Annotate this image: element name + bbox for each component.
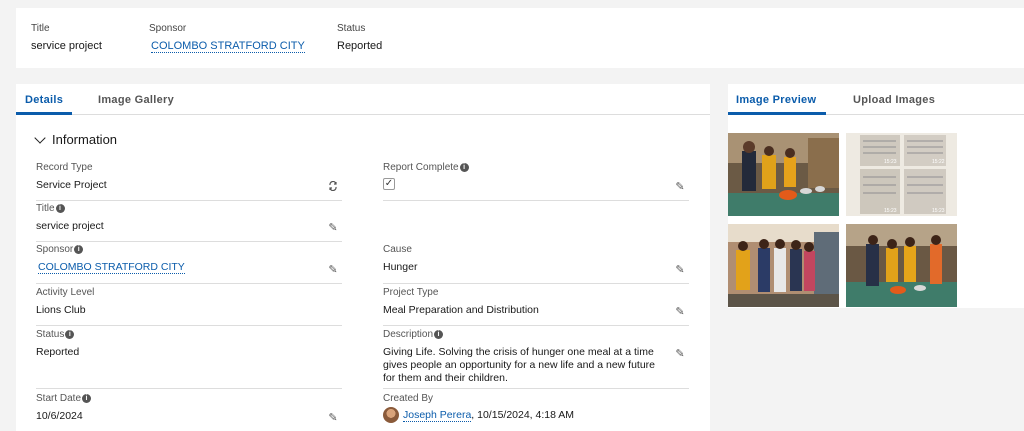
field-sponsor: Sponsor i COLOMBO STRATFORD CITY ✎ (36, 244, 342, 284)
activity-level-label: Activity Level (36, 287, 95, 298)
cause-value: Hunger (383, 261, 418, 273)
photo-timestamp: 15:23 (884, 208, 897, 214)
edit-pencil-icon[interactable]: ✎ (328, 413, 338, 424)
header-title-value: service project (31, 40, 102, 52)
info-icon[interactable]: i (82, 393, 92, 403)
description-value: Giving Life. Solving the crisis of hunge… (383, 346, 656, 384)
record-type-value: Service Project (36, 179, 107, 191)
record-type-label: Record Type (36, 162, 93, 173)
edit-pencil-icon[interactable]: ✎ (675, 182, 685, 193)
tab-upload-images[interactable]: Upload Images (853, 94, 935, 106)
created-by-date: , 10/15/2024, 4:18 AM (471, 408, 575, 421)
activity-level-value: Lions Club (36, 304, 86, 316)
field-activity-level: Activity Level Lions Club (36, 287, 342, 326)
start-date-value: 10/6/2024 (36, 410, 83, 422)
edit-pencil-icon[interactable]: ✎ (675, 349, 685, 360)
field-title: Title i service project ✎ (36, 203, 342, 242)
tab-details-underline (16, 112, 72, 115)
description-label: Description (383, 329, 434, 340)
header-sponsor-field: Sponsor COLOMBO STRATFORD CITY (149, 23, 305, 53)
field-description: Description i Giving Life. Solving the cr… (383, 329, 689, 389)
info-icon[interactable]: i (434, 329, 444, 339)
section-information-toggle[interactable]: Information (34, 132, 118, 147)
photo-serving-thumbnail[interactable] (846, 224, 957, 307)
avatar (383, 407, 399, 423)
field-status: Status i Reported (36, 329, 342, 389)
tab-image-preview[interactable]: Image Preview (736, 94, 816, 106)
field-project-type: Project Type Meal Preparation and Distri… (383, 287, 689, 326)
created-by-label: Created By (383, 393, 434, 404)
status-label: Status (36, 329, 65, 340)
sponsor-link[interactable]: COLOMBO STRATFORD CITY (38, 261, 185, 274)
photo-timestamp: 15:23 (932, 208, 945, 214)
record-header: Title service project Sponsor COLOMBO ST… (16, 8, 1024, 68)
report-complete-label: Report Complete (383, 162, 459, 173)
info-icon[interactable]: i (65, 329, 75, 339)
field-record-type: Record Type Service Project (36, 162, 342, 201)
header-title-field: Title service project (31, 23, 102, 52)
field-start-date: Start Date i 10/6/2024 ✎ (36, 393, 342, 431)
header-status-label: Status (337, 23, 366, 34)
sponsor-label: Sponsor (36, 244, 74, 255)
info-icon[interactable]: i (55, 203, 65, 213)
start-date-label: Start Date (36, 393, 82, 404)
image-tabs: Image Preview Upload Images (728, 84, 1024, 115)
photo-group-thumbnail[interactable] (728, 224, 839, 307)
details-card: Details Image Gallery Information Record… (16, 84, 710, 431)
photo-timestamp: 15:23 (884, 159, 897, 165)
edit-pencil-icon[interactable]: ✎ (675, 265, 685, 276)
title-value: service project (36, 220, 104, 232)
tab-image-gallery[interactable]: Image Gallery (98, 94, 174, 106)
info-icon[interactable]: i (74, 244, 84, 254)
photo-timestamp: 15:22 (932, 159, 945, 165)
title-label: Title (36, 203, 55, 214)
info-icon[interactable]: i (459, 162, 469, 172)
edit-pencil-icon[interactable]: ✎ (328, 265, 338, 276)
edit-pencil-icon[interactable]: ✎ (675, 307, 685, 318)
section-information-title: Information (52, 132, 118, 147)
change-record-type-icon[interactable] (328, 181, 338, 191)
project-type-label: Project Type (383, 287, 439, 298)
photo-receipts-thumbnail[interactable]: 15:23 15:22 15:23 15:23 (846, 133, 957, 216)
edit-pencil-icon[interactable]: ✎ (328, 223, 338, 234)
image-panel: Image Preview Upload Images 15:23 15:22 (728, 84, 1024, 308)
header-status-value: Reported (337, 40, 383, 52)
header-sponsor-label: Sponsor (149, 23, 187, 34)
header-sponsor-link[interactable]: COLOMBO STRATFORD CITY (151, 40, 305, 53)
field-report-complete: Report Complete i ✓ ✎ (383, 162, 689, 201)
header-status-field: Status Reported (337, 23, 382, 52)
cause-label: Cause (383, 244, 412, 255)
created-by-user-link[interactable]: Joseph Perera (403, 408, 472, 422)
main-tabs: Details Image Gallery (16, 84, 710, 115)
project-type-value: Meal Preparation and Distribution (383, 304, 539, 316)
field-cause: Cause Hunger ✎ (383, 244, 689, 284)
chevron-down-icon (34, 132, 46, 144)
status-value: Reported (36, 346, 80, 358)
tab-details[interactable]: Details (25, 94, 63, 106)
photo-meal-prep-thumbnail[interactable] (728, 133, 839, 216)
header-title-label: Title (31, 23, 50, 34)
tab-image-preview-underline (728, 112, 826, 115)
field-created-by: Created By Joseph Perera, 10/15/2024, 4:… (383, 393, 689, 431)
report-complete-checkbox[interactable]: ✓ (383, 178, 395, 190)
